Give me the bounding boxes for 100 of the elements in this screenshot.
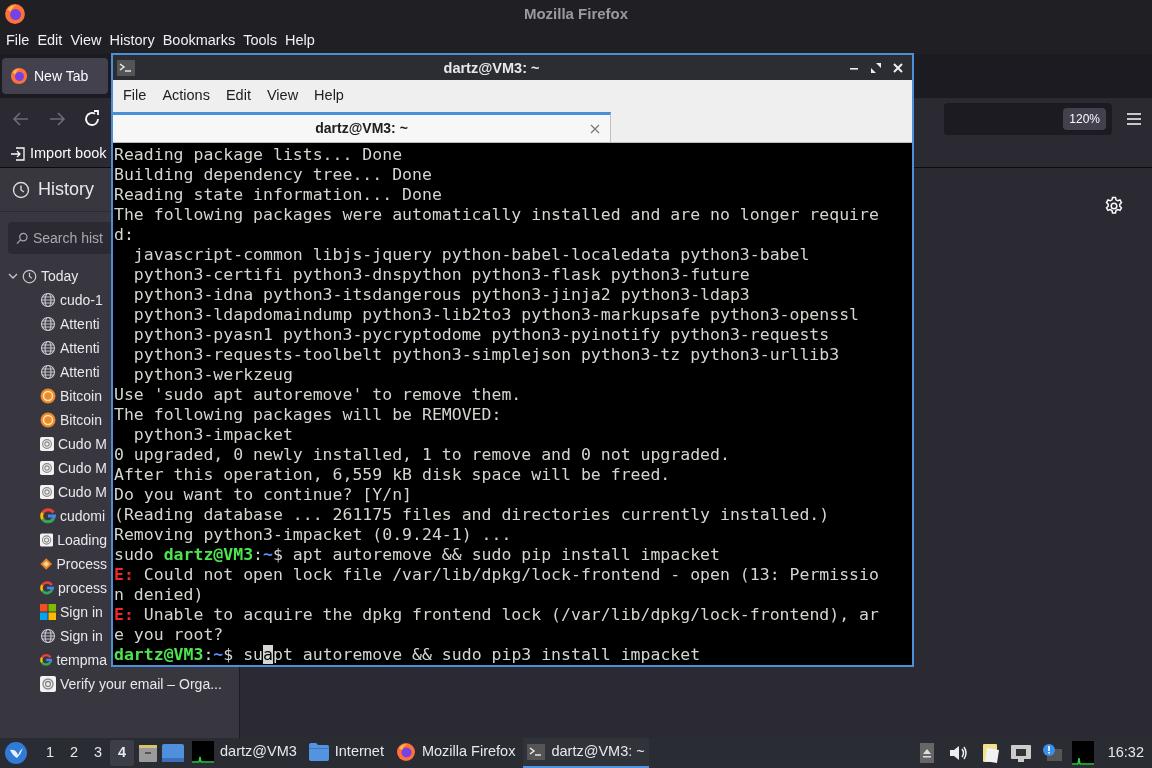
tree-group-row[interactable]: Today [0, 264, 111, 288]
terminal-line: Use 'sudo apt autoremove' to remove them. [114, 385, 522, 404]
menu-item[interactable]: Help [308, 85, 350, 107]
network-icon[interactable] [1009, 744, 1032, 762]
workspace-button[interactable]: 4 [110, 740, 134, 766]
menu-item[interactable]: File [3, 30, 33, 52]
terminal-line: n denied) [114, 585, 204, 604]
menu-item[interactable]: Tools [240, 30, 281, 52]
address-bar[interactable]: 120% [944, 103, 1112, 135]
clock-icon [12, 180, 30, 199]
sidebar-title[interactable]: History [38, 176, 94, 203]
cpu-graph-icon [1071, 741, 1094, 765]
browser-logo-icon [4, 3, 26, 25]
terminal-line: python3-ldapdomaindump python3-lib2to3 python3-markupsafe python3-openssl [132, 305, 860, 324]
history-item[interactable]: Cudo M [0, 480, 111, 504]
browser-tab[interactable]: New Tab [2, 58, 108, 94]
history-item[interactable]: Bitcoin [0, 408, 111, 432]
taskbar-button[interactable]: Mozilla Firefox [391, 738, 520, 768]
terminal-line: dartz@VM3:~$ suapt autoremove && sudo pip3 install impacket [114, 645, 701, 664]
terminal-tab[interactable]: dartz@VM3: ~ [113, 112, 611, 142]
terminal-line: Reading package lists... Done [114, 145, 403, 164]
menu-item[interactable]: History [106, 30, 158, 52]
taskbar-button[interactable]: dartz@VM3 [188, 738, 301, 768]
history-item[interactable]: Attenti [0, 360, 111, 384]
terminal-line: E: Could not open lock file /var/lib/dpkg/lock-frontend - open (13: Permissio [114, 565, 879, 584]
history-item[interactable]: Bitcoin [0, 384, 111, 408]
menu-item[interactable]: Edit [219, 85, 257, 107]
chevron-icon [8, 271, 18, 281]
history-item[interactable]: Attenti [0, 312, 111, 336]
clock-icon [22, 268, 37, 284]
terminal-line: python3-requests-toolbelt python3-simplejson python3-tz python3-urllib3 [132, 345, 840, 364]
browser-logo-icon [10, 67, 28, 85]
eject-icon[interactable] [919, 743, 934, 763]
terminal-icon [117, 59, 135, 76]
menu-item[interactable]: Edit [34, 30, 66, 52]
menu-item[interactable]: View [260, 85, 305, 107]
history-item[interactable]: Process [0, 552, 111, 576]
globe-icon [40, 316, 56, 332]
import-icon [10, 145, 26, 162]
terminal-line: Reading state information... Done [114, 185, 442, 204]
history-item[interactable]: tempma [0, 648, 111, 672]
menu-item[interactable]: Help [282, 30, 318, 52]
history-item[interactable]: process [0, 576, 111, 600]
cpu-graph-icon [192, 741, 214, 763]
speaker-icon[interactable] [947, 744, 968, 762]
taskbar-button[interactable]: Internet [304, 738, 388, 768]
terminal-line: After this operation, 6,559 kB disk space will be freed. [114, 465, 671, 484]
terminal-line: 0 upgraded, 0 newly installed, 1 to remove and 0 not upgraded. [114, 445, 730, 464]
taskbar-button[interactable]: dartz@VM3: ~ [523, 738, 649, 768]
history-item[interactable]: Verify your email – Orga... [0, 672, 236, 696]
history-item[interactable]: Sign in [0, 600, 111, 624]
ring-icon [40, 436, 54, 452]
terminal-line: python3-impacket [132, 425, 293, 444]
menu-item[interactable]: Bookmarks [159, 30, 239, 52]
clock-text[interactable]: 16:32 [1107, 742, 1144, 764]
reload-icon[interactable] [82, 109, 102, 129]
bookmark-item[interactable]: Import book [10, 142, 107, 165]
terminal-line: d: [114, 225, 134, 244]
history-item[interactable]: Loading [0, 528, 111, 552]
coin-icon [40, 388, 56, 404]
zoom-badge[interactable]: 120% [1063, 108, 1106, 130]
menu-item[interactable]: Actions [156, 85, 216, 107]
terminal-line: The following packages were automatically installed and are no longer require [114, 205, 879, 224]
history-item[interactable]: Attenti [0, 336, 111, 360]
terminal-line: Do you want to continue? [Y/n] [114, 485, 412, 504]
menu-item[interactable]: View [67, 30, 105, 52]
terminal-icon [527, 744, 546, 760]
history-item[interactable]: Cudo M [0, 456, 111, 480]
file-cabinet-icon[interactable] [138, 743, 158, 763]
terminal-line: sudo dartz@VM3:~$ apt autoremove && sudo pip install impacket [114, 545, 720, 564]
notification-icon[interactable] [1041, 743, 1062, 763]
globe-icon [40, 628, 56, 644]
window-title: dartz@VM3: ~ [443, 59, 540, 76]
terminal-line: E: Unable to acquire the dpkg frontend lock (/var/lib/dpkg/lock-frontend), ar [114, 605, 879, 624]
workspace-button[interactable]: 3 [86, 740, 110, 766]
terminal-line: e you root? [114, 625, 224, 644]
window-title: Mozilla Firefox [523, 5, 629, 22]
terminal-line: Building dependency tree... Done [114, 165, 432, 184]
terminal-line: The following packages will be REMOVED: [114, 405, 502, 424]
menu-item[interactable]: File [117, 85, 153, 107]
folder-icon [308, 743, 329, 761]
globe-icon [40, 340, 56, 356]
menu-icon[interactable] [1126, 112, 1142, 126]
browser-logo-icon [395, 742, 416, 762]
workspace-button[interactable]: 1 [38, 740, 62, 766]
history-item[interactable]: cudo-1 [0, 288, 111, 312]
terminal-line: python3-idna python3-itsdangerous python3-jinja2 python3-ldap3 [132, 285, 750, 304]
terminal-line: python3-werkzeug [132, 365, 293, 384]
history-item[interactable]: Cudo M [0, 432, 111, 456]
maximize-icon[interactable] [870, 61, 882, 74]
ring-icon [40, 484, 54, 500]
clipboard-icon[interactable] [981, 742, 1000, 764]
coin-icon [40, 412, 56, 428]
start-menu-icon[interactable] [4, 741, 28, 765]
workspace-button[interactable]: 2 [62, 740, 86, 766]
g-logo-icon [40, 508, 56, 524]
settings-icon[interactable] [1104, 196, 1124, 216]
history-item[interactable]: cudomi [0, 504, 111, 528]
history-item[interactable]: Sign in [0, 624, 111, 648]
search-field[interactable]: Search hist [8, 222, 111, 254]
